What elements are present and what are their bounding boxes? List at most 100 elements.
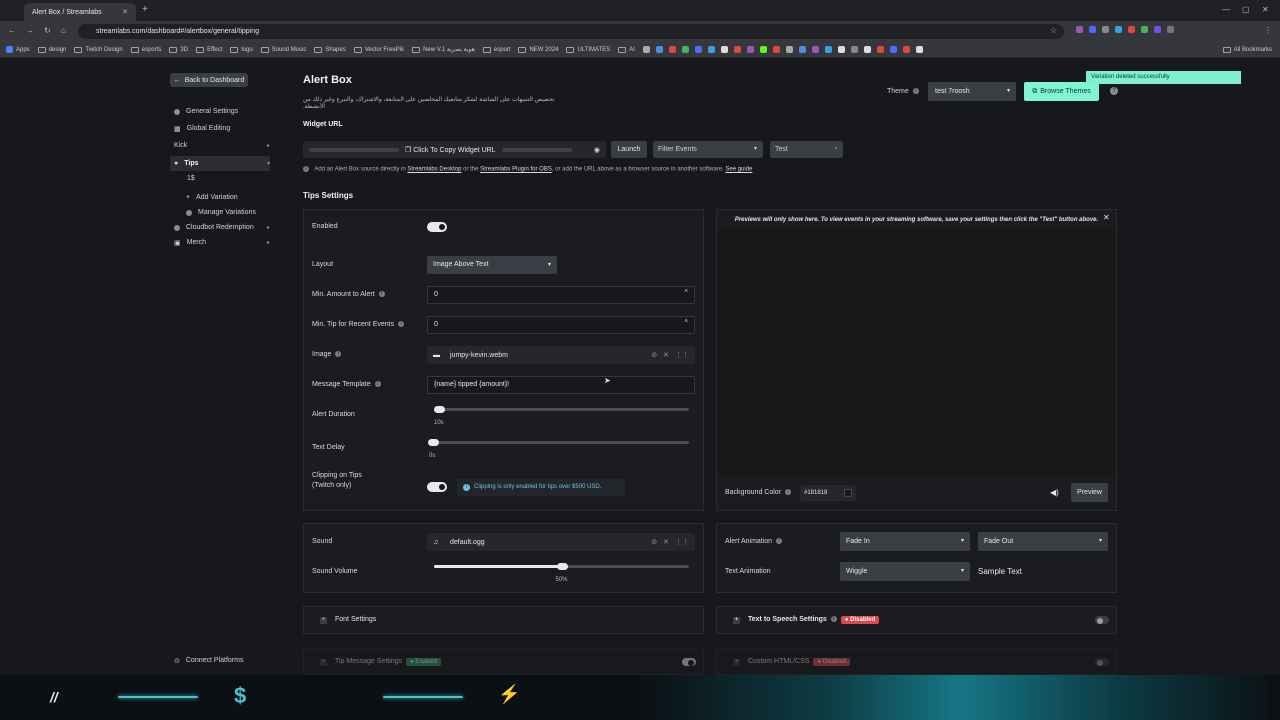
- theme-select[interactable]: test 7roosh ▾: [928, 82, 1016, 101]
- stepper-icon[interactable]: ˄: [684, 314, 688, 330]
- bookmark-folder[interactable]: Twitch Design: [74, 46, 123, 53]
- site-icon[interactable]: [668, 46, 676, 53]
- image-file-field[interactable]: ▬ jumpy-kevin.webm ⊘ ✕ ⋮⋮: [427, 346, 695, 364]
- message-template-input[interactable]: {name} tipped {amount}!: [427, 376, 695, 394]
- extension-icon[interactable]: [1141, 26, 1148, 33]
- site-icon[interactable]: [642, 46, 650, 53]
- grid-icon[interactable]: ⋮⋮: [675, 538, 689, 546]
- site-icon[interactable]: [889, 46, 897, 53]
- bookmark-folder[interactable]: design: [37, 46, 66, 53]
- bookmark-folder[interactable]: 3D: [169, 46, 188, 53]
- bookmark-folder[interactable]: Sound Music: [260, 46, 306, 53]
- all-bookmarks[interactable]: All Bookmarks: [1222, 46, 1272, 53]
- custom-html-toggle[interactable]: [1095, 658, 1109, 666]
- bookmark-item[interactable]: Apps: [6, 46, 30, 53]
- new-tab-icon[interactable]: +: [142, 4, 148, 15]
- site-icon[interactable]: [759, 46, 767, 53]
- bookmark-star-icon[interactable]: ☆: [1050, 26, 1057, 35]
- home-icon[interactable]: ⌂: [61, 26, 66, 35]
- clear-icon[interactable]: ✕: [663, 538, 669, 546]
- site-icon[interactable]: [681, 46, 689, 53]
- site-icon[interactable]: [902, 46, 910, 53]
- animation-in-select[interactable]: Fade In ▾: [840, 532, 970, 551]
- sidebar-item-kick[interactable]: Kick ▸: [170, 138, 270, 153]
- forward-arrow-icon[interactable]: →: [26, 26, 34, 35]
- text-delay-thumb[interactable]: [428, 439, 439, 446]
- bookmark-folder[interactable]: AI: [618, 46, 635, 53]
- sidebar-item-tips[interactable]: ● Tips ▾: [170, 156, 270, 171]
- site-icon[interactable]: [707, 46, 715, 53]
- site-icon[interactable]: [746, 46, 754, 53]
- sidebar-connect-platforms[interactable]: ⊙ Connect Platforms: [170, 653, 270, 668]
- extension-icon[interactable]: [1115, 26, 1122, 33]
- bookmark-folder[interactable]: Effect: [196, 46, 222, 53]
- stepper-icon[interactable]: ˄: [684, 284, 688, 300]
- site-icon[interactable]: [720, 46, 728, 53]
- link-icon[interactable]: ⊘: [651, 351, 657, 359]
- custom-html-css-section[interactable]: + Custom HTML/CSS ● Disabled: [716, 649, 1117, 675]
- sound-volume-thumb[interactable]: [556, 563, 568, 570]
- browse-themes-button[interactable]: ⧉ Browse Themes: [1024, 82, 1099, 101]
- site-icon[interactable]: [785, 46, 793, 53]
- back-to-dashboard-button[interactable]: ← Back to Dashboard: [170, 73, 248, 87]
- tts-toggle[interactable]: [1095, 616, 1109, 624]
- extension-icon[interactable]: [1128, 26, 1135, 33]
- extension-icon[interactable]: [1154, 26, 1161, 33]
- obs-plugin-link[interactable]: Streamlabs Plugin for OBS: [480, 167, 552, 173]
- clear-icon[interactable]: ✕: [663, 351, 669, 359]
- test-dropdown[interactable]: Test ›: [770, 141, 843, 158]
- bookmark-folder[interactable]: ULTIMATES: [566, 46, 610, 53]
- sidebar-item-manage-variations[interactable]: Manage Variations: [170, 205, 270, 220]
- extension-icon[interactable]: [1089, 26, 1096, 33]
- expand-icon[interactable]: +: [733, 659, 740, 666]
- text-delay-track[interactable]: [428, 441, 689, 444]
- launch-button[interactable]: Launch: [611, 141, 647, 158]
- bookmark-folder[interactable]: Vector FreePik: [353, 46, 404, 53]
- site-icon[interactable]: [811, 46, 819, 53]
- reload-icon[interactable]: ↻: [44, 26, 51, 35]
- expand-icon[interactable]: +: [733, 617, 740, 624]
- min-amount-input[interactable]: 0 ˄: [427, 286, 695, 304]
- min-tip-input[interactable]: 0 ˄: [427, 316, 695, 334]
- tip-message-toggle[interactable]: [682, 658, 696, 666]
- text-animation-select[interactable]: Wiggle ▾: [840, 562, 970, 581]
- site-icon[interactable]: [876, 46, 884, 53]
- sidebar-item-global-editing[interactable]: ▦ Global Editing: [170, 121, 270, 136]
- menu-kebab-icon[interactable]: ⋮: [1264, 26, 1272, 35]
- site-icon[interactable]: [915, 46, 923, 53]
- alert-duration-thumb[interactable]: [434, 406, 445, 413]
- bookmark-folder[interactable]: logo: [230, 46, 253, 53]
- site-icon[interactable]: [837, 46, 845, 53]
- tip-message-settings-section[interactable]: + Tip Message Settings ● Enabled: [303, 649, 704, 675]
- site-icon[interactable]: [733, 46, 741, 53]
- site-icon[interactable]: [772, 46, 780, 53]
- tab-close-icon[interactable]: ✕: [122, 8, 128, 16]
- close-icon[interactable]: ✕: [1103, 213, 1110, 222]
- back-arrow-icon[interactable]: ←: [8, 26, 16, 35]
- puzzle-icon[interactable]: [1167, 26, 1174, 33]
- music-note-icon[interactable]: ♫: [433, 539, 442, 546]
- sidebar-item-add-variation[interactable]: + Add Variation: [170, 190, 270, 205]
- site-icon[interactable]: [850, 46, 858, 53]
- sidebar-item-variation-1[interactable]: 1$: [170, 171, 270, 186]
- widget-url-field[interactable]: ❐ Click To Copy Widget URL ◉: [303, 141, 606, 158]
- minimize-icon[interactable]: —: [1222, 5, 1230, 14]
- help-icon[interactable]: ?: [1110, 87, 1118, 95]
- bookmark-folder[interactable]: esport: [482, 46, 510, 53]
- volume-icon[interactable]: ◀): [1050, 488, 1059, 497]
- expand-icon[interactable]: +: [320, 659, 327, 666]
- expand-icon[interactable]: +: [320, 617, 327, 624]
- extension-icon[interactable]: [1102, 26, 1109, 33]
- alert-duration-track[interactable]: [434, 408, 689, 411]
- bookmark-folder[interactable]: esports: [130, 46, 161, 53]
- sidebar-item-general-settings[interactable]: General Settings: [170, 104, 270, 119]
- url-field[interactable]: streamlabs.com/dashboard#/alertbox/gener…: [78, 24, 1064, 39]
- color-swatch[interactable]: [844, 489, 852, 497]
- site-icon[interactable]: [824, 46, 832, 53]
- link-icon[interactable]: ⊘: [651, 538, 657, 546]
- browser-tab[interactable]: Alert Box / Streamlabs ✕: [24, 3, 136, 21]
- copy-widget-url[interactable]: ❐ Click To Copy Widget URL: [405, 146, 496, 154]
- eye-icon[interactable]: ◉: [594, 146, 600, 154]
- background-color-input[interactable]: #181818: [800, 485, 856, 501]
- site-icon[interactable]: [798, 46, 806, 53]
